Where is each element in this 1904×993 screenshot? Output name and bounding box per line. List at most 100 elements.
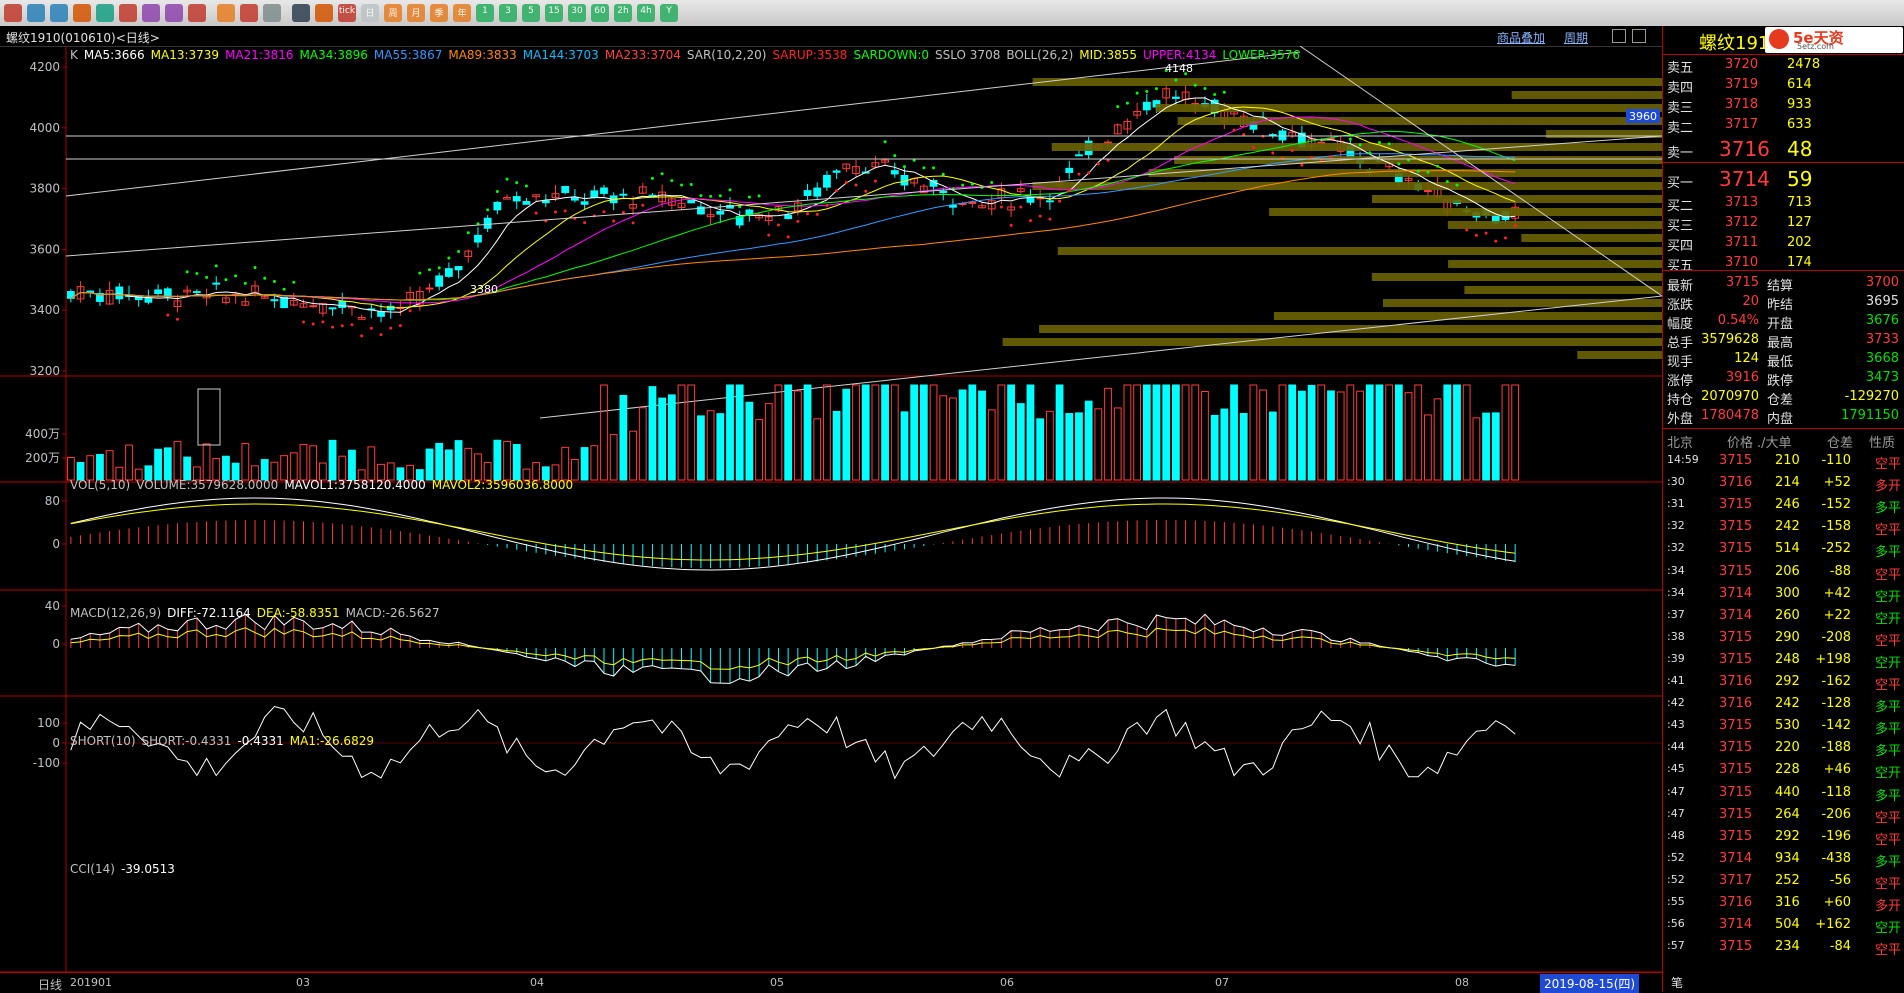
sar-dot [331, 325, 335, 329]
refresh-icon[interactable] [96, 4, 114, 22]
stat-value: 2070970 [1701, 389, 1759, 404]
tick-oi-change: +42 [1823, 585, 1851, 601]
x-tick-label: 07 [1215, 976, 1229, 989]
tick-icon[interactable]: tick [338, 4, 356, 22]
ask-label: 卖五 [1667, 61, 1694, 76]
filter-icon[interactable] [240, 4, 258, 22]
legend-item: MACD:-26.5627 [345, 606, 440, 620]
period-5-icon[interactable]: 5 [522, 4, 540, 22]
list-icon[interactable] [292, 4, 310, 22]
volume-bar [183, 456, 192, 481]
tick-nature: 空平 [1874, 633, 1901, 649]
year-icon[interactable]: 年 [453, 4, 471, 22]
panel-toggle-icon[interactable] [1612, 29, 1626, 43]
period-1-icon[interactable]: 1 [476, 4, 494, 22]
bid-price: 3710 [1725, 255, 1759, 270]
x-tick-label: 04 [530, 976, 544, 989]
tick-row: :52 3717 252 -56 空平 [1663, 870, 1904, 892]
ask-price: 3717 [1725, 117, 1759, 132]
day-icon[interactable]: 日 [361, 4, 379, 22]
period-3-icon[interactable]: 3 [499, 4, 517, 22]
volume-bar [580, 447, 589, 481]
bid-price: 3712 [1725, 215, 1759, 230]
volume-bar [154, 448, 162, 481]
volume-bar [1298, 390, 1306, 481]
sar-dot [515, 181, 519, 185]
volume-bar [890, 384, 899, 481]
volume-bar [367, 446, 376, 481]
period-4h-icon[interactable]: 4h [637, 4, 655, 22]
chart-icon[interactable] [315, 4, 333, 22]
week-icon[interactable]: 周 [384, 4, 402, 22]
volume-bar [503, 440, 511, 481]
zoom-out-icon[interactable] [165, 4, 183, 22]
sar-dot [999, 205, 1003, 209]
ask-volume: 633 [1787, 117, 1812, 132]
legend-item: SSLO 3708 [935, 48, 1001, 62]
chart-area[interactable]: 4200 4000 3800 3600 3400 3200 400万 200万 80 0 40 0 10… [0, 46, 1662, 992]
window-icon[interactable] [73, 4, 91, 22]
stat-value: 20 [1742, 294, 1759, 309]
toolbar-period-label: 5 [528, 6, 534, 16]
pen-icon[interactable] [188, 4, 206, 22]
tick-oi-change: -438 [1821, 850, 1851, 866]
sar-dot [301, 320, 305, 324]
sar-dot [1474, 233, 1478, 237]
stock-icon[interactable] [217, 4, 235, 22]
legend-item: SARDOWN:0 [853, 48, 930, 62]
tick-volume: 290 [1775, 629, 1800, 645]
settings-icon[interactable] [263, 4, 281, 22]
x-axis-current-date: 2019-08-15(四) [1540, 974, 1640, 993]
sar-dot [1387, 142, 1391, 146]
season-icon[interactable]: 季 [430, 4, 448, 22]
tick-row: :39 3715 248 +198 空开 [1663, 649, 1904, 671]
chart-canvas[interactable]: 420040003800360034003200400万200万80040010… [0, 46, 1662, 992]
y-tick-label: 4000 [29, 121, 60, 135]
volume-bar [658, 397, 667, 481]
back-icon[interactable] [27, 4, 45, 22]
volume-bar [474, 453, 482, 481]
sar-dot [786, 235, 790, 239]
search-icon[interactable] [119, 4, 137, 22]
tick-time: :57 [1667, 939, 1685, 953]
period-2h-icon[interactable]: 2h [614, 4, 632, 22]
legend-item: MAVOL1:3758120.4000 [284, 478, 426, 492]
period-y-icon[interactable]: Y [660, 4, 678, 22]
tick-nature: 空开 [1874, 655, 1901, 671]
volume-bar [1162, 384, 1171, 481]
stat-value: 3715 [1725, 275, 1759, 290]
period-15-icon[interactable]: 15 [545, 4, 563, 22]
volume-bar [212, 458, 221, 481]
stat-row: 幅度 0.54% 开盘 3676 [1663, 312, 1904, 332]
panel-close-icon[interactable] [1632, 29, 1646, 43]
candle-body [474, 234, 482, 243]
tick-oi-change: -188 [1821, 740, 1851, 756]
month-icon[interactable]: 月 [407, 4, 425, 22]
forward-icon[interactable] [50, 4, 68, 22]
sar-dot [776, 223, 780, 227]
period-link[interactable]: 周期 [1564, 29, 1588, 46]
overlay-link[interactable]: 商品叠加 [1497, 29, 1545, 46]
candle-body [1278, 130, 1287, 141]
sar-dot [961, 183, 965, 187]
volume-bar [638, 407, 647, 481]
zoom-in-icon[interactable] [142, 4, 160, 22]
period-60-icon[interactable]: 60 [591, 4, 609, 22]
sar-dot [1116, 105, 1120, 109]
stat-value: 3733 [1865, 332, 1899, 347]
volume-bar [871, 384, 880, 481]
sar-dot [234, 274, 238, 278]
volume-bar [348, 449, 356, 481]
legend-item: MA144:3703 [522, 48, 599, 62]
volume-bar [425, 448, 434, 481]
volume-bar [1210, 414, 1219, 481]
candle-body [813, 187, 822, 197]
tick-nature: 空平 [1874, 943, 1901, 959]
legend-item: UPPER:4134 [1142, 48, 1217, 62]
y-tick-label: 400万 [25, 427, 60, 441]
legend-item: MA1:-26.6829 [289, 734, 374, 748]
tick-header-cell: 北京 [1667, 436, 1694, 451]
volume-bar [125, 444, 133, 481]
period-30-icon[interactable]: 30 [568, 4, 586, 22]
home-icon[interactable] [4, 4, 22, 22]
